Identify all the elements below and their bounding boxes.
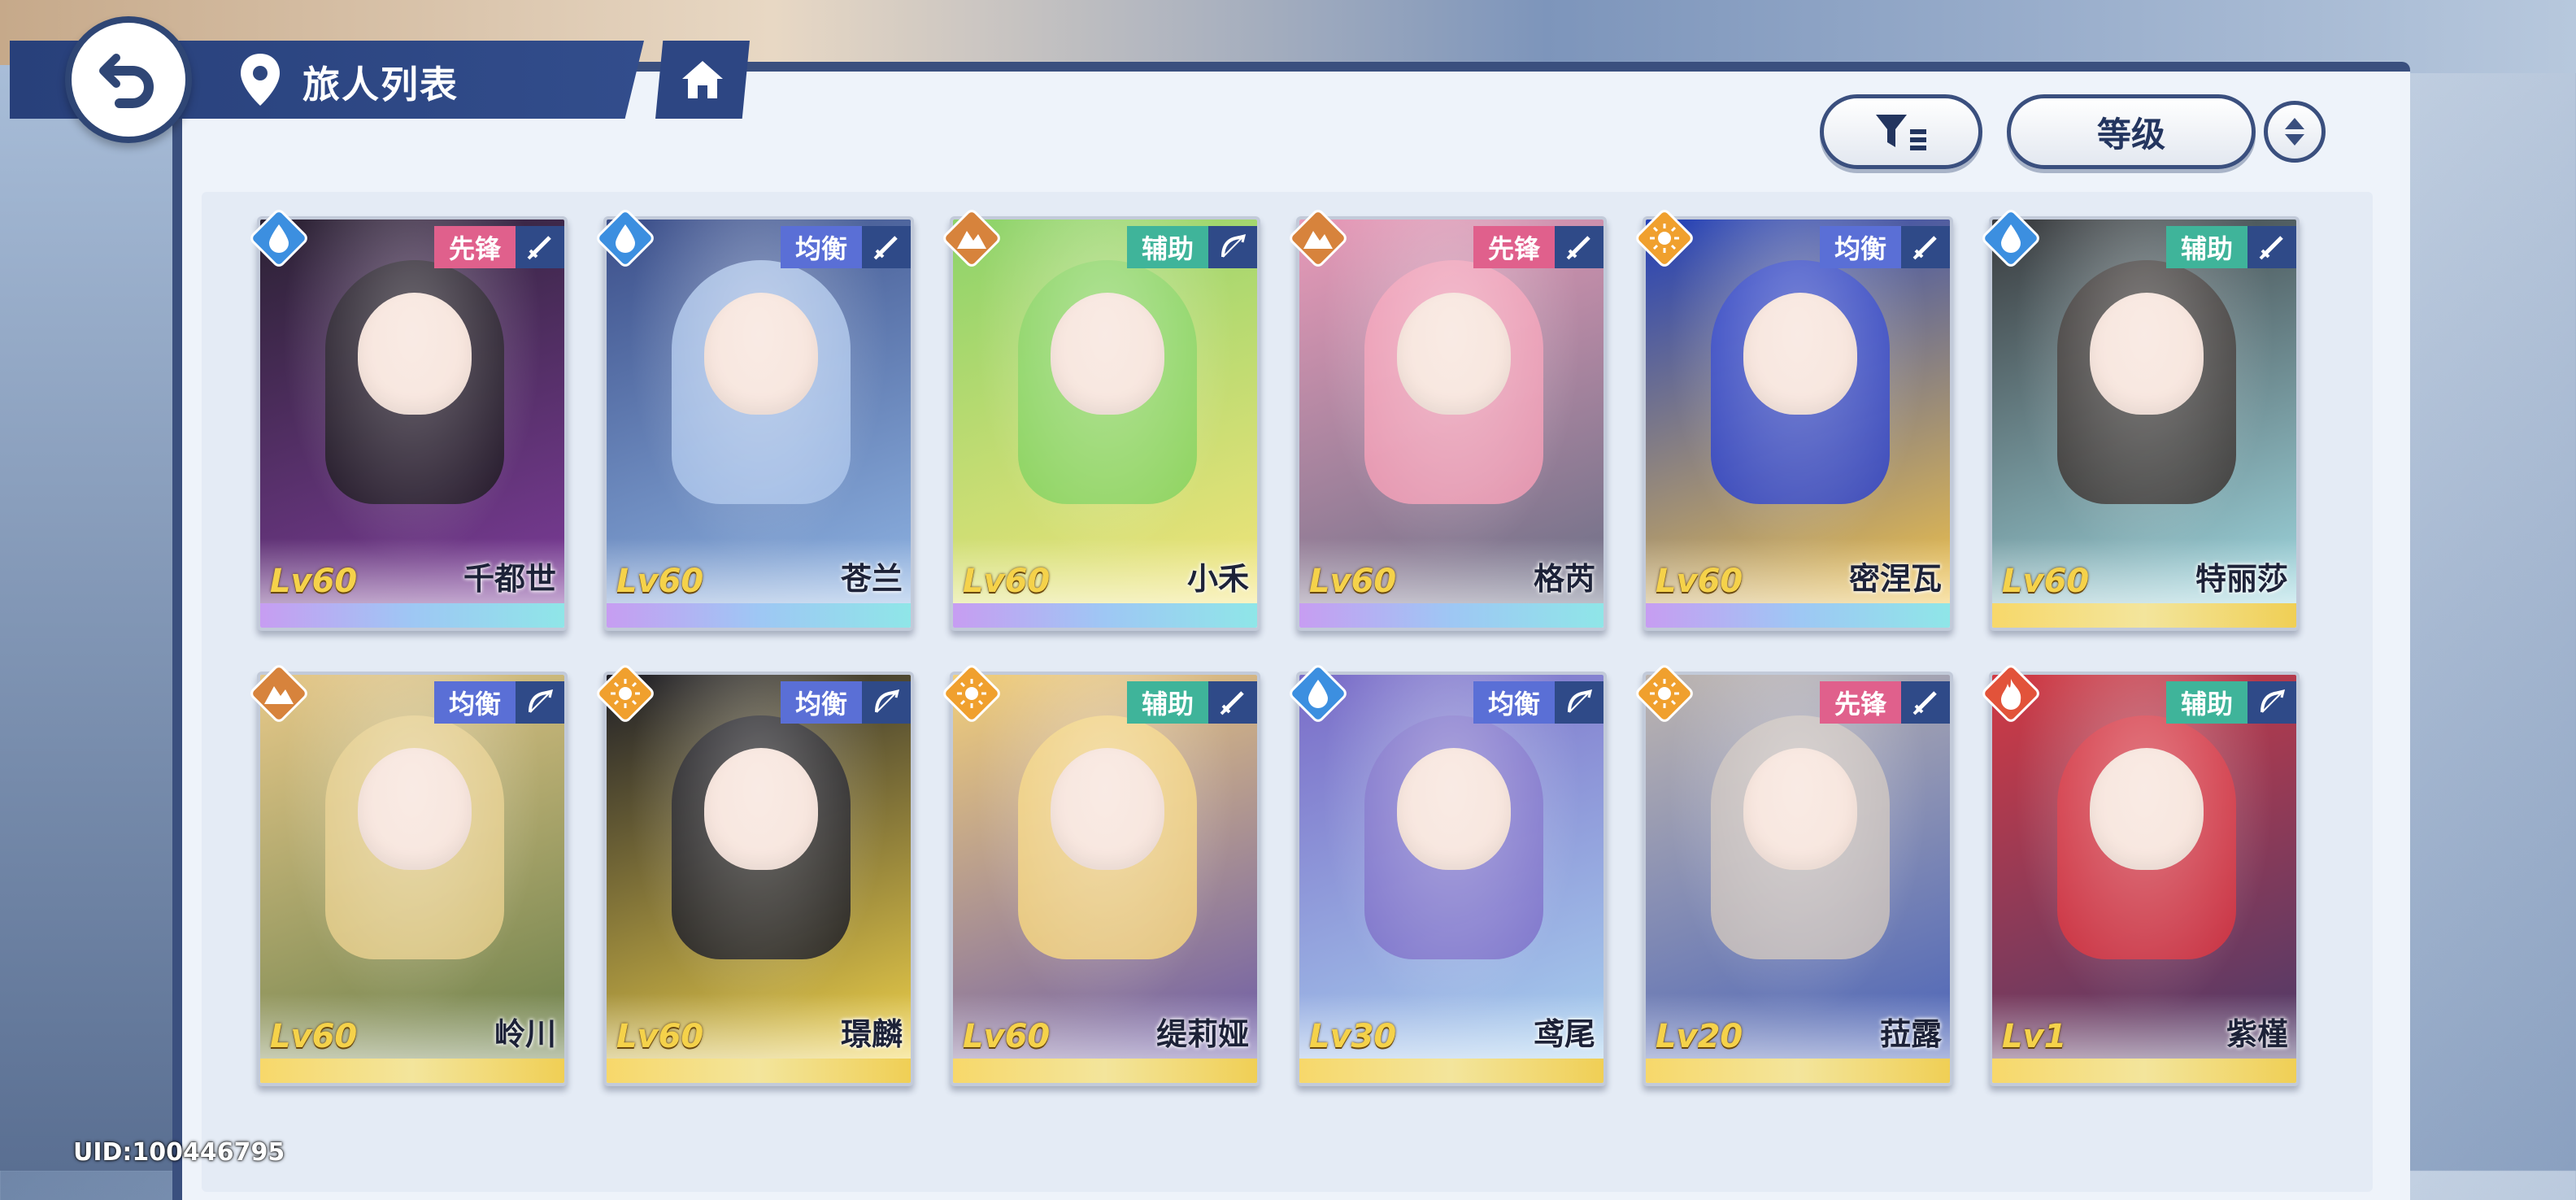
role-badge: 均衡 (1473, 681, 1555, 724)
character-name: 千都世 (463, 561, 556, 597)
water-element-icon (1979, 207, 2043, 270)
character-card[interactable]: 均衡 Lv60 苍兰 (603, 216, 914, 631)
sword-icon (1555, 226, 1603, 268)
level-label: Lv60 (616, 563, 704, 600)
character-card[interactable]: 先锋 Lv60 格芮 (1296, 216, 1607, 631)
light-element-icon (1633, 207, 1696, 270)
role-badge: 辅助 (2165, 681, 2247, 724)
filter-button[interactable] (1820, 94, 1982, 169)
fire-element-icon (1979, 662, 2043, 725)
background-window (0, 65, 179, 1171)
bow-icon (2247, 681, 2296, 724)
level-label: Lv30 (1309, 1018, 1397, 1055)
location-pin-icon (241, 54, 280, 106)
light-element-icon (940, 662, 1003, 725)
character-name: 苍兰 (840, 561, 903, 597)
water-element-icon (1286, 662, 1350, 725)
character-name: 鸢尾 (1533, 1016, 1595, 1052)
character-name: 菈露 (1879, 1016, 1942, 1052)
role-badge: 先锋 (1819, 681, 1901, 724)
character-card[interactable]: 先锋 Lv60 千都世 (257, 216, 568, 631)
sword-icon (1208, 681, 1257, 724)
rarity-strip (953, 603, 1257, 628)
role-badge: 辅助 (2165, 226, 2247, 268)
water-element-icon (247, 207, 311, 270)
rarity-strip (1992, 1059, 2296, 1083)
rarity-strip (260, 603, 564, 628)
level-label: Lv60 (2002, 563, 2090, 600)
earth-element-icon (940, 207, 1003, 270)
level-label: Lv60 (1309, 563, 1397, 600)
bow-icon (1208, 226, 1257, 268)
sword-icon (1901, 226, 1950, 268)
level-label: Lv60 (616, 1018, 704, 1055)
rarity-strip (1646, 1059, 1950, 1083)
character-card[interactable]: 辅助 Lv1 紫槿 (1989, 672, 2300, 1086)
character-name: 特丽莎 (2195, 561, 2288, 597)
role-badge: 先锋 (433, 226, 516, 268)
sort-ascending-icon (2285, 118, 2304, 129)
rarity-strip (1992, 603, 2296, 628)
page-title: 旅人列表 (302, 63, 459, 107)
level-label: Lv60 (1656, 563, 1743, 600)
character-card[interactable]: 辅助 Lv60 小禾 (950, 216, 1260, 631)
sword-icon (1901, 681, 1950, 724)
home-button[interactable] (655, 41, 750, 119)
character-name: 格芮 (1533, 561, 1595, 597)
sword-icon (516, 226, 564, 268)
role-badge: 均衡 (1819, 226, 1901, 268)
rarity-strip (607, 603, 911, 628)
light-element-icon (594, 662, 657, 725)
bow-icon (862, 681, 911, 724)
character-name: 璟麟 (840, 1016, 903, 1052)
sort-label: 等级 (2096, 114, 2165, 154)
rarity-strip (260, 1059, 564, 1083)
character-name: 缇莉娅 (1155, 1016, 1249, 1052)
character-card[interactable]: 均衡 Lv60 岭川 (257, 672, 568, 1086)
role-badge: 辅助 (1126, 226, 1208, 268)
bow-icon (516, 681, 564, 724)
level-label: Lv60 (963, 1018, 1051, 1055)
sort-order-toggle[interactable] (2264, 101, 2326, 163)
rarity-strip (1299, 603, 1603, 628)
rarity-strip (953, 1059, 1257, 1083)
character-card[interactable]: 均衡 Lv60 璟麟 (603, 672, 914, 1086)
level-label: Lv20 (1656, 1018, 1743, 1055)
water-element-icon (594, 207, 657, 270)
user-id-label: UID:100446795 (73, 1138, 285, 1167)
level-label: Lv60 (270, 563, 358, 600)
sort-by-dropdown[interactable]: 等级 (2007, 94, 2256, 169)
sword-icon (862, 226, 911, 268)
home-icon (682, 61, 723, 98)
role-badge: 均衡 (780, 681, 862, 724)
role-badge: 均衡 (780, 226, 862, 268)
back-button[interactable] (65, 16, 192, 143)
character-name: 密涅瓦 (1848, 561, 1942, 597)
filter-icon (1876, 115, 1926, 150)
level-label: Lv60 (270, 1018, 358, 1055)
bow-icon (1555, 681, 1603, 724)
character-name: 紫槿 (2226, 1016, 2288, 1052)
character-name: 小禾 (1186, 561, 1249, 597)
character-card[interactable]: 辅助 Lv60 特丽莎 (1989, 216, 2300, 631)
character-card[interactable]: 均衡 Lv60 密涅瓦 (1643, 216, 1953, 631)
rarity-strip (1646, 603, 1950, 628)
sword-icon (2247, 226, 2296, 268)
character-card[interactable]: 辅助 Lv60 缇莉娅 (950, 672, 1260, 1086)
rarity-strip (607, 1059, 911, 1083)
back-arrow-icon (99, 54, 154, 108)
level-label: Lv60 (963, 563, 1051, 600)
earth-element-icon (1286, 207, 1350, 270)
sort-descending-icon (2285, 134, 2304, 146)
light-element-icon (1633, 662, 1696, 725)
character-name: 岭川 (494, 1016, 556, 1052)
rarity-strip (1299, 1059, 1603, 1083)
role-badge: 均衡 (433, 681, 516, 724)
character-card[interactable]: 均衡 Lv30 鸢尾 (1296, 672, 1607, 1086)
character-card[interactable]: 先锋 Lv20 菈露 (1643, 672, 1953, 1086)
earth-element-icon (247, 662, 311, 725)
role-badge: 辅助 (1126, 681, 1208, 724)
role-badge: 先锋 (1473, 226, 1555, 268)
level-label: Lv1 (2002, 1018, 2067, 1055)
